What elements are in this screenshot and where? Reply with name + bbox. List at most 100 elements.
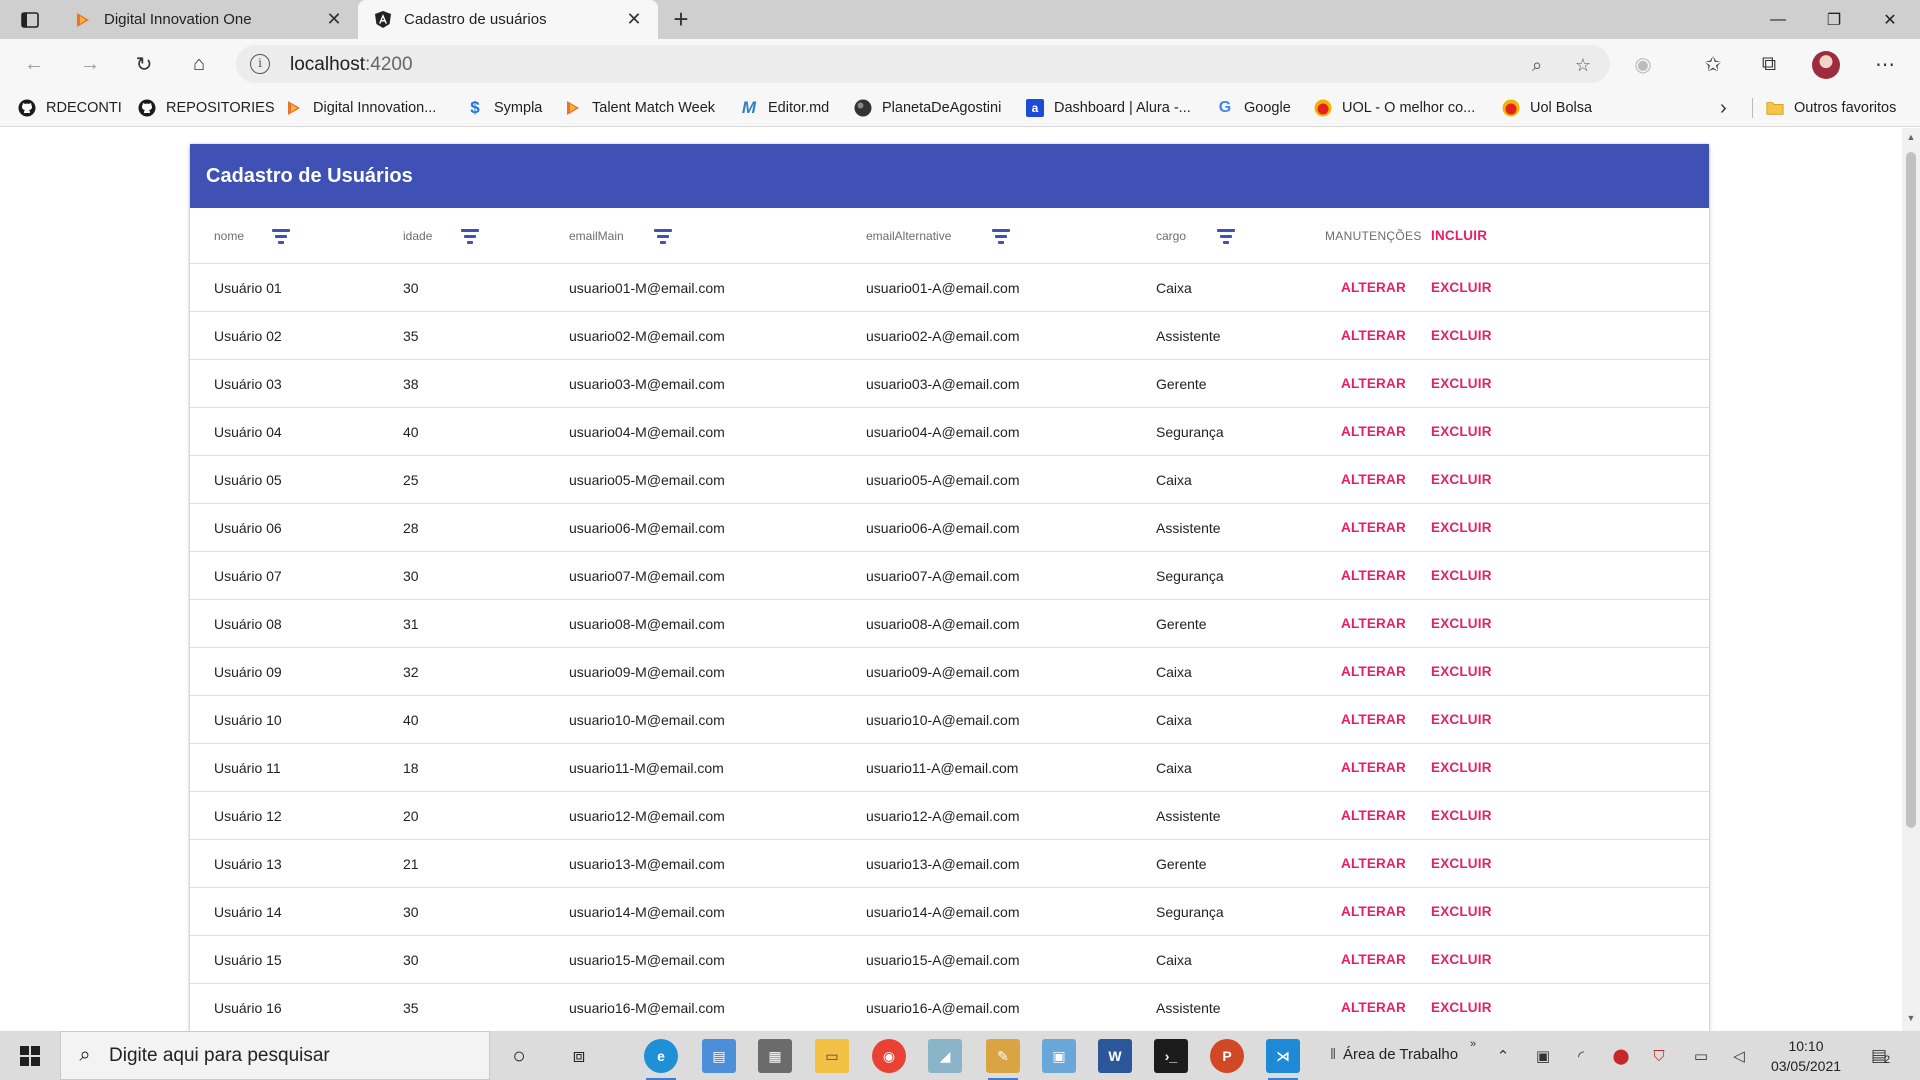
edge-icon[interactable]: e <box>644 1039 678 1080</box>
excluir-button[interactable]: EXCLUIR <box>1431 888 1492 935</box>
alterar-button[interactable]: ALTERAR <box>1341 504 1406 551</box>
bookmark-planeta[interactable]: PlanetaDeAgostini <box>854 89 1001 127</box>
site-info-icon[interactable]: i <box>250 54 270 74</box>
bookmark-rdeconti[interactable]: RDECONTI <box>18 89 122 127</box>
excluir-button[interactable]: EXCLUIR <box>1431 648 1492 695</box>
filter-icon[interactable] <box>990 228 1012 244</box>
reload-icon[interactable]: ↻ <box>128 48 160 80</box>
chrome-icon[interactable]: ◉ <box>872 1039 906 1073</box>
filter-icon[interactable] <box>270 228 292 244</box>
terminal-icon[interactable]: ›_ <box>1154 1039 1188 1073</box>
vscode-icon[interactable]: ⋊ <box>1266 1039 1300 1080</box>
bookmark-digital-innovation[interactable]: Digital Innovation... <box>285 89 436 127</box>
start-button[interactable] <box>0 1031 60 1080</box>
favorites-icon[interactable]: ✩ <box>1700 51 1726 77</box>
control-panel-icon[interactable]: ▤ <box>702 1039 736 1073</box>
alterar-button[interactable]: ALTERAR <box>1341 744 1406 791</box>
alterar-button[interactable]: ALTERAR <box>1341 648 1406 695</box>
excluir-button[interactable]: EXCLUIR <box>1431 264 1492 311</box>
alterar-button[interactable]: ALTERAR <box>1341 312 1406 359</box>
excluir-button[interactable]: EXCLUIR <box>1431 408 1492 455</box>
restore-icon[interactable]: ❐ <box>1806 0 1862 39</box>
excluir-button[interactable]: EXCLUIR <box>1431 552 1492 599</box>
alterar-button[interactable]: ALTERAR <box>1341 360 1406 407</box>
cortana-icon[interactable]: ○ <box>502 1039 536 1073</box>
excluir-button[interactable]: EXCLUIR <box>1431 984 1492 1031</box>
system-clock[interactable]: 10:10 03/05/2021 <box>1766 1036 1846 1076</box>
tab-cadastro-usuarios[interactable]: Cadastro de usuários ✕ <box>358 0 658 39</box>
filter-icon[interactable] <box>459 228 481 244</box>
more-menu-icon[interactable]: ⋯ <box>1872 51 1898 77</box>
bookmark-editor-md[interactable]: M Editor.md <box>740 89 829 127</box>
add-favorite-icon[interactable]: ☆ <box>1572 54 1594 76</box>
excluir-button[interactable]: EXCLUIR <box>1431 456 1492 503</box>
header-nome[interactable]: nome <box>214 208 244 263</box>
header-cargo[interactable]: cargo <box>1156 208 1186 263</box>
excluir-button[interactable]: EXCLUIR <box>1431 312 1492 359</box>
alterar-button[interactable]: ALTERAR <box>1341 408 1406 455</box>
volume-icon[interactable]: ◁ <box>1728 1045 1750 1067</box>
antivirus-icon[interactable]: ⬤ <box>1610 1045 1632 1067</box>
taskbar-search[interactable]: ⌕ Digite aqui para pesquisar <box>60 1031 490 1080</box>
back-icon[interactable]: ← <box>18 48 50 80</box>
bookmark-outros-favoritos[interactable]: Outros favoritos <box>1766 89 1896 127</box>
alterar-button[interactable]: ALTERAR <box>1341 264 1406 311</box>
chevron-double-icon[interactable]: » <box>1462 1033 1484 1055</box>
bookmark-uol-bolsa[interactable]: Uol Bolsa <box>1502 89 1592 127</box>
alterar-button[interactable]: ALTERAR <box>1341 840 1406 887</box>
bookmark-alura[interactable]: a Dashboard | Alura -... <box>1026 89 1191 127</box>
alterar-button[interactable]: ALTERAR <box>1341 984 1406 1031</box>
excluir-button[interactable]: EXCLUIR <box>1431 360 1492 407</box>
address-bar[interactable]: i localhost:4200 ⌕ ☆ <box>236 45 1610 83</box>
minimize-icon[interactable]: — <box>1750 0 1806 39</box>
app-icon[interactable]: ◢ <box>928 1039 962 1073</box>
home-icon[interactable]: ⌂ <box>183 48 215 80</box>
desktop-toolbar[interactable]: Área de Trabalho <box>1343 1046 1458 1063</box>
bookmark-sympla[interactable]: $ Sympla <box>466 89 542 127</box>
task-view-icon[interactable]: ⧈ <box>562 1039 596 1073</box>
header-email-main[interactable]: emailMain <box>569 208 624 263</box>
mcafee-icon[interactable]: ⛉ <box>1648 1045 1670 1067</box>
excluir-button[interactable]: EXCLUIR <box>1431 840 1492 887</box>
excluir-button[interactable]: EXCLUIR <box>1431 504 1492 551</box>
bookmark-google[interactable]: G Google <box>1216 89 1291 127</box>
alterar-button[interactable]: ALTERAR <box>1341 888 1406 935</box>
chevron-right-icon[interactable]: › <box>1720 97 1727 120</box>
url-text[interactable]: localhost:4200 <box>290 54 413 76</box>
wifi-icon[interactable]: ◜ <box>1570 1045 1592 1067</box>
zoom-icon[interactable]: ⌕ <box>1526 54 1548 76</box>
extension-icon[interactable]: ◉ <box>1630 51 1656 77</box>
tab-digital-innovation[interactable]: Digital Innovation One ✕ <box>58 0 358 39</box>
forward-icon[interactable]: → <box>74 48 106 80</box>
incluir-button[interactable]: INCLUIR <box>1431 208 1487 263</box>
show-hidden-icon[interactable]: ⌃ <box>1492 1045 1514 1067</box>
excluir-button[interactable]: EXCLUIR <box>1431 600 1492 647</box>
alterar-button[interactable]: ALTERAR <box>1341 456 1406 503</box>
close-window-icon[interactable]: ✕ <box>1862 0 1918 39</box>
file-explorer-icon[interactable]: ▭ <box>815 1039 849 1073</box>
camera-icon[interactable]: ▣ <box>1532 1045 1554 1067</box>
header-email-alternative[interactable]: emailAlternative <box>866 208 951 263</box>
powerpoint-icon[interactable]: P <box>1210 1039 1244 1073</box>
scroll-down-icon[interactable]: ▼ <box>1902 1013 1920 1029</box>
excluir-button[interactable]: EXCLUIR <box>1431 744 1492 791</box>
alterar-button[interactable]: ALTERAR <box>1341 552 1406 599</box>
scroll-up-icon[interactable]: ▲ <box>1902 132 1920 148</box>
collections-icon[interactable]: ⧉ <box>1756 51 1782 77</box>
alterar-button[interactable]: ALTERAR <box>1341 936 1406 983</box>
new-tab-icon[interactable]: + <box>666 4 696 34</box>
filter-icon[interactable] <box>1215 228 1237 244</box>
alterar-button[interactable]: ALTERAR <box>1341 600 1406 647</box>
header-idade[interactable]: idade <box>403 208 432 263</box>
bookmark-repositories[interactable]: REPOSITORIES <box>138 89 275 127</box>
bookmark-uol[interactable]: UOL - O melhor co... <box>1314 89 1475 127</box>
calculator-icon[interactable]: ▦ <box>758 1039 792 1073</box>
word-icon[interactable]: W <box>1098 1039 1132 1073</box>
network-app-icon[interactable]: ▣ <box>1042 1039 1076 1073</box>
battery-icon[interactable]: ▭ <box>1690 1045 1712 1067</box>
close-tab-icon[interactable]: ✕ <box>624 9 644 30</box>
tab-actions-icon[interactable] <box>14 9 46 31</box>
alterar-button[interactable]: ALTERAR <box>1341 792 1406 839</box>
vertical-scrollbar[interactable]: ▲ ▼ <box>1902 128 1920 1031</box>
filter-icon[interactable] <box>652 228 674 244</box>
